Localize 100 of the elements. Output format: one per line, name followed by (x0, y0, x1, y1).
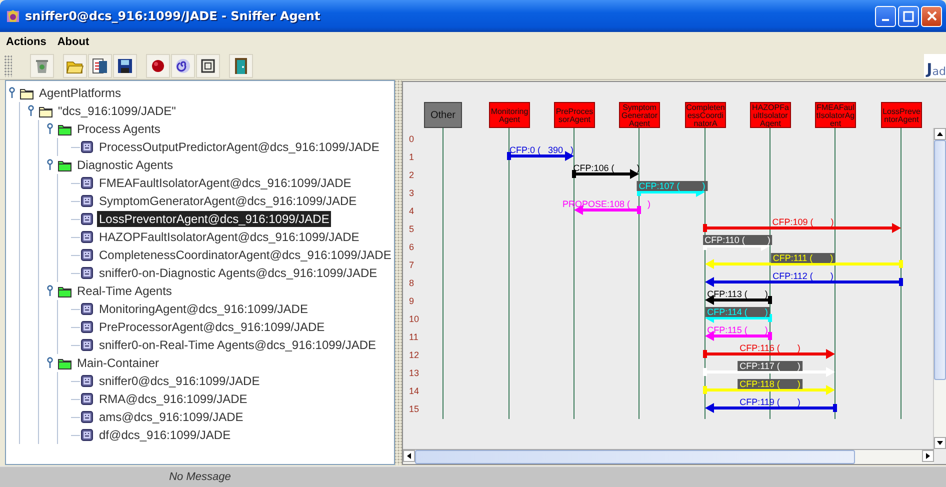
scroll-down-button[interactable] (934, 437, 946, 449)
record-button[interactable] (146, 54, 170, 78)
scroll-up-icon (936, 130, 944, 138)
row-number: 9 (409, 296, 416, 306)
scroll-right-icon (924, 452, 932, 460)
agent-icon (81, 411, 93, 423)
scroll-right-button[interactable] (922, 450, 934, 462)
folder-icon (58, 356, 72, 370)
minimize-button[interactable] (875, 6, 896, 26)
agent-icon (81, 393, 93, 405)
row-number: 10 (409, 314, 420, 324)
menu-item[interactable]: About (57, 36, 90, 48)
message-label: CFP:117 ( ) (738, 361, 802, 371)
document-icon (91, 56, 109, 74)
tree-item[interactable]: CompletenessCoordinatorAgent@dcs_916:1099/JADE (97, 247, 394, 263)
trash-button[interactable] (30, 54, 54, 78)
row-number: 14 (409, 386, 420, 396)
message-label: CFP:118 ( ) (738, 379, 802, 389)
expand-handle-icon[interactable] (46, 285, 56, 297)
row-number: 15 (409, 404, 420, 414)
spiral-button[interactable] (171, 54, 195, 78)
agent-icon (81, 195, 93, 207)
row-number: 11 (409, 332, 420, 342)
agent-box: SymptomGeneratorAgent (619, 102, 660, 128)
tree-item[interactable]: ProcessOutputPredictorAgent@dcs_916:1099/JADE (97, 139, 382, 155)
floppy-icon (116, 56, 134, 74)
scroll-left-button[interactable] (403, 450, 415, 462)
agent-icon (81, 231, 93, 243)
tree-item[interactable]: MonitoringAgent@dcs_916:1099/JADE (97, 301, 310, 317)
agent-icon (81, 249, 93, 261)
tree-item[interactable]: AgentPlatforms (37, 85, 124, 101)
tree-item[interactable]: Diagnostic Agents (75, 157, 176, 173)
agent-icon (81, 375, 93, 387)
agent-box: FMEAFaultIsolatorAgent (815, 102, 856, 128)
message-label: CFP:110 ( ) (702, 235, 772, 245)
status-message: No Message (168, 471, 232, 483)
tree-item[interactable]: RMA@dcs_916:1099/JADE (97, 391, 250, 407)
square-button[interactable] (196, 54, 220, 78)
agent-box: Other (424, 102, 462, 128)
scroll-up-button[interactable] (934, 128, 946, 140)
row-number: 0 (409, 134, 416, 144)
agent-icon (81, 321, 93, 333)
logo: Jad (924, 54, 946, 78)
tree-item[interactable]: Main-Container (75, 355, 162, 371)
row-number: 2 (409, 170, 416, 180)
expand-handle-icon[interactable] (46, 123, 56, 135)
agent-box: CompletenessCoordinatorA (685, 102, 726, 128)
expand-handle-icon[interactable] (46, 357, 56, 369)
agent-icon (81, 303, 93, 315)
tree-item[interactable]: FMEAFaultIsolatorAgent@dcs_916:1099/JADE (97, 175, 354, 191)
minimize-icon (882, 19, 889, 21)
tree-item[interactable]: Process Agents (75, 121, 162, 137)
message-label: CFP:111 ( ) (770, 253, 836, 263)
floppy-button[interactable] (113, 54, 137, 78)
expand-handle-icon[interactable] (27, 105, 37, 117)
tree-item[interactable]: Real-Time Agents (75, 283, 174, 299)
tree-item[interactable]: LossPreventorAgent@dcs_916:1099/JADE (97, 211, 332, 227)
square-icon (199, 56, 217, 74)
message-label: CFP:114 ( ) (705, 307, 770, 317)
agent-icon (81, 339, 93, 351)
agent-box: HAZOPFaultIsolatorAgent (750, 102, 791, 128)
expand-handle-icon[interactable] (8, 87, 18, 99)
message-label: CFP:107 ( ) (636, 181, 708, 191)
row-number: 8 (409, 278, 416, 288)
tree-item[interactable]: sniffer0-on-Real-Time Agents@dcs_916:1099/JADE (97, 337, 378, 353)
agent-icon (81, 267, 93, 279)
tree-item[interactable]: sniffer0@dcs_916:1099/JADE (97, 373, 262, 389)
row-number: 1 (409, 152, 416, 162)
close-button[interactable] (921, 6, 942, 26)
message-label: CFP:0 ( 390 ) (509, 145, 574, 155)
tree-item[interactable]: "dcs_916:1099/JADE" (56, 103, 178, 119)
folder-icon (20, 86, 34, 100)
message-label: CFP:109 ( ) (772, 217, 834, 227)
agent-icon (81, 177, 93, 189)
folder-icon (58, 158, 72, 172)
row-number: 3 (409, 188, 416, 198)
row-number: 6 (409, 242, 416, 252)
maximize-button[interactable] (898, 6, 919, 26)
folder-button[interactable] (63, 54, 87, 78)
document-button[interactable] (88, 54, 112, 78)
tree-item[interactable]: ams@dcs_916:1099/JADE (97, 409, 246, 425)
scroll-left-icon (405, 452, 413, 460)
folder-icon (58, 284, 72, 298)
tree-item[interactable]: HAZOPFaultIsolatorAgent@dcs_916:1099/JADE (97, 229, 362, 245)
folder-icon (39, 104, 53, 118)
row-number: 13 (409, 368, 420, 378)
toolbar-grip[interactable] (4, 54, 12, 76)
tree-item[interactable]: df@dcs_916:1099/JADE (97, 427, 233, 443)
tree-item[interactable]: SymptomGeneratorAgent@dcs_916:1099/JADE (97, 193, 359, 209)
door-button[interactable] (229, 54, 253, 78)
scrollbar-thumb[interactable] (934, 140, 946, 380)
menu-item[interactable]: Actions (6, 36, 46, 48)
scrollbar-thumb[interactable] (415, 450, 855, 464)
door-icon (232, 56, 250, 74)
row-number: 12 (409, 350, 420, 360)
expand-handle-icon[interactable] (46, 159, 56, 171)
tree-item[interactable]: PreProcessorAgent@dcs_916:1099/JADE (97, 319, 327, 335)
tree-item[interactable]: sniffer0-on-Diagnostic Agents@dcs_916:1099/JADE (97, 265, 380, 281)
agent-box: MonitoringAgent (489, 102, 530, 128)
row-number: 4 (409, 206, 416, 216)
